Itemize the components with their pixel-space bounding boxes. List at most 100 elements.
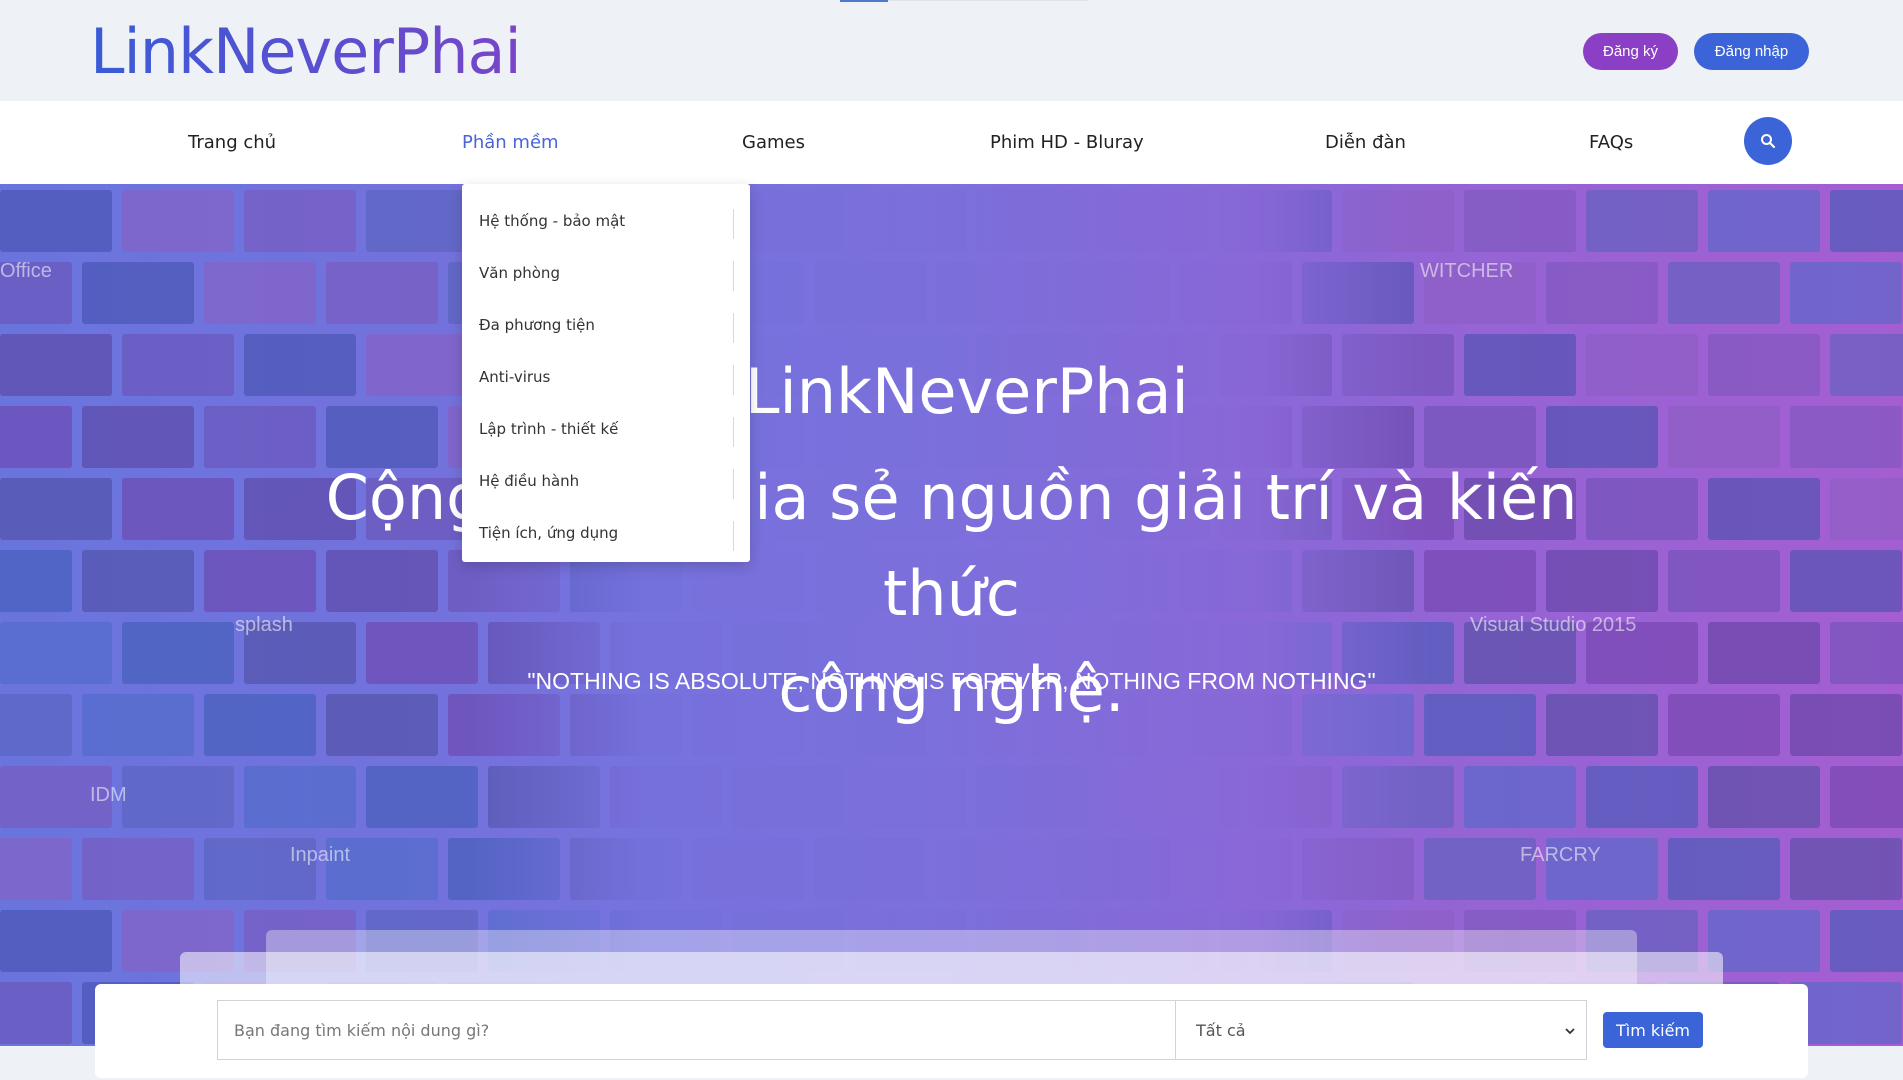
- loading-track: [888, 0, 1088, 1]
- collage-tile: [1708, 190, 1820, 252]
- dropdown-item-office[interactable]: Văn phòng: [462, 247, 750, 299]
- dropdown-item-label: Anti-virus: [479, 368, 551, 386]
- dropdown-item-utilities[interactable]: Tiện ích, ứng dụng: [462, 507, 750, 559]
- collage-tile-label: WITCHER: [1420, 260, 1514, 282]
- register-button[interactable]: Đăng ký: [1583, 33, 1678, 70]
- hero-brand: LinkNeverPhai: [745, 355, 1189, 428]
- collage-tile: [0, 694, 72, 756]
- collage-tile: [1790, 550, 1902, 612]
- hero-quote: "NOTHING IS ABSOLUTE, NOTHING IS FOREVER…: [527, 668, 1376, 694]
- dropdown-item-label: Tiện ích, ứng dụng: [479, 524, 619, 542]
- search-icon: [1761, 134, 1776, 149]
- divider: [733, 209, 734, 239]
- collage-tile: [1830, 190, 1903, 252]
- divider: [733, 365, 734, 395]
- dropdown-item-security[interactable]: Hệ thống - bảo mật: [462, 195, 750, 247]
- collage-tile-label: FARCRY: [1520, 844, 1601, 866]
- collage-tile: [1790, 694, 1902, 756]
- collage-tile: [1708, 910, 1820, 972]
- collage-tile: [1830, 478, 1903, 540]
- main-nav: Trang chủ Phần mềm Games Phim HD - Blura…: [0, 101, 1903, 184]
- collage-tile: [1708, 766, 1820, 828]
- category-select[interactable]: Tất cả: [1175, 1000, 1587, 1060]
- dropdown-item-label: Hệ thống - bảo mật: [479, 212, 626, 230]
- collage-tile: [244, 190, 356, 252]
- collage-tile: [122, 478, 234, 540]
- collage-tile: [244, 334, 356, 396]
- collage-tile: [82, 694, 194, 756]
- software-dropdown-menu: Hệ thống - bảo mật Văn phòng Đa phương t…: [462, 184, 750, 562]
- collage-tile: [1668, 694, 1780, 756]
- collage-tile: [1830, 766, 1903, 828]
- nav-item-home[interactable]: Trang chủ: [188, 101, 276, 184]
- collage-tile: [1668, 838, 1780, 900]
- collage-tile: [82, 550, 194, 612]
- collage-tile: [122, 190, 234, 252]
- collage-tile: [1830, 334, 1903, 396]
- collage-tile: [0, 550, 72, 612]
- dropdown-item-label: Lập trình - thiết kế: [479, 420, 619, 438]
- site-logo[interactable]: LinkNeverPhai: [90, 14, 522, 90]
- collage-tile: [1708, 478, 1820, 540]
- chevron-down-icon: [1565, 1028, 1575, 1035]
- nav-item-faqs[interactable]: FAQs: [1589, 101, 1633, 184]
- divider: [733, 469, 734, 499]
- nav-item-movies[interactable]: Phim HD - Bluray: [990, 101, 1144, 184]
- collage-tile: [1546, 262, 1658, 324]
- collage-tile: [1586, 190, 1698, 252]
- dropdown-item-label: Đa phương tiện: [479, 316, 595, 334]
- nav-item-software[interactable]: Phần mềm: [462, 101, 559, 184]
- collage-tile: [1464, 766, 1576, 828]
- dropdown-item-label: Hệ điều hành: [479, 472, 580, 490]
- login-button[interactable]: Đăng nhập: [1694, 33, 1809, 70]
- collage-tile: [1586, 334, 1698, 396]
- collage-tile: [1790, 838, 1902, 900]
- search-submit-button[interactable]: Tìm kiếm: [1603, 1012, 1703, 1048]
- divider: [733, 313, 734, 343]
- nav-item-games[interactable]: Games: [742, 101, 805, 184]
- collage-tile: [1790, 262, 1902, 324]
- collage-tile: [0, 910, 112, 972]
- divider: [733, 261, 734, 291]
- dropdown-item-antivirus[interactable]: Anti-virus: [462, 351, 750, 403]
- collage-tile: [0, 406, 72, 468]
- collage-tile: [204, 262, 316, 324]
- search-panel: Bạn đang tìm kiếm nội dung gì? Tất cả Tì…: [95, 984, 1808, 1078]
- collage-tile-label: Office: [0, 260, 52, 282]
- loading-bar: [840, 0, 888, 2]
- collage-tile: [1708, 334, 1820, 396]
- nav-item-forum[interactable]: Diễn đàn: [1325, 101, 1406, 184]
- collage-tile: [1586, 766, 1698, 828]
- search-input[interactable]: Bạn đang tìm kiếm nội dung gì?: [217, 1000, 1175, 1060]
- collage-tile: [1668, 262, 1780, 324]
- dropdown-item-os[interactable]: Hệ điều hành: [462, 455, 750, 507]
- collage-tile: [1668, 550, 1780, 612]
- collage-tile: [1464, 190, 1576, 252]
- category-select-value: Tất cả: [1196, 1020, 1246, 1040]
- collage-tile: [122, 766, 234, 828]
- collage-tile: [0, 334, 112, 396]
- search-toggle-button[interactable]: [1744, 117, 1792, 165]
- collage-tile-label: Inpaint: [290, 844, 351, 866]
- collage-tile: [82, 838, 194, 900]
- collage-tile: [1830, 910, 1903, 972]
- collage-tile: [82, 262, 194, 324]
- collage-tile: [82, 406, 194, 468]
- collage-tile: [244, 766, 356, 828]
- collage-tile: [0, 838, 72, 900]
- collage-tile: [1790, 406, 1902, 468]
- top-header: LinkNeverPhai Đăng ký Đăng nhập: [0, 0, 1903, 101]
- collage-tile: [0, 982, 72, 1044]
- collage-tile: [1668, 406, 1780, 468]
- dropdown-item-programming[interactable]: Lập trình - thiết kế: [462, 403, 750, 455]
- divider: [733, 521, 734, 551]
- collage-tile: [0, 190, 112, 252]
- collage-tile: [366, 766, 478, 828]
- collage-tile: [326, 262, 438, 324]
- collage-tile: [0, 478, 112, 540]
- collage-tile: [122, 334, 234, 396]
- dropdown-item-label: Văn phòng: [479, 264, 560, 282]
- collage-tile: [1464, 334, 1576, 396]
- collage-tile-label: IDM: [90, 784, 127, 806]
- dropdown-item-multimedia[interactable]: Đa phương tiện: [462, 299, 750, 351]
